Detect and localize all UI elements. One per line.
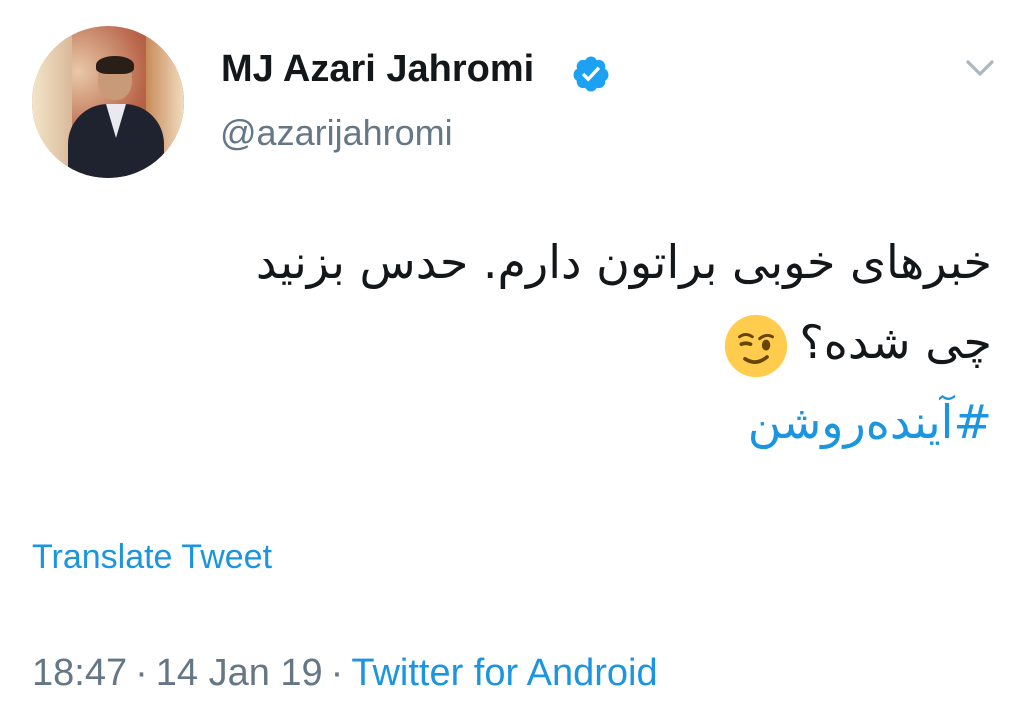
tweet-text-line-1: خبرهای خوبی براتون دارم. حدس بزنید (255, 235, 992, 289)
verified-badge-icon (573, 56, 609, 92)
tweet-detail: MJ Azari Jahromi @azarijahromi خبرهای خو… (0, 0, 1024, 721)
meta-separator: · (135, 652, 148, 694)
avatar-figure-hair (96, 56, 134, 74)
tweet-meta: 18:47 · 14 Jan 19 · Twitter for Android (32, 652, 658, 695)
user-display-name[interactable]: MJ Azari Jahromi (221, 48, 534, 91)
hashtag-link[interactable]: #آینده‌روشن (92, 382, 992, 462)
tweet-text-line-2: چی شده؟ (92, 302, 992, 382)
meta-separator: · (330, 652, 344, 694)
avatar-background (32, 26, 72, 178)
chevron-down-icon[interactable] (962, 50, 998, 86)
tweet-time[interactable]: 18:47 (32, 652, 127, 694)
winking-face-emoji-icon (725, 314, 788, 377)
avatar[interactable] (32, 26, 184, 178)
tweet-text-question: چی شده؟ (799, 315, 992, 369)
tweet-source-link[interactable]: Twitter for Android (351, 652, 657, 694)
tweet-date[interactable]: 14 Jan 19 (156, 652, 323, 694)
tweet-text: خبرهای خوبی براتون دارم. حدس بزنید چی شد… (92, 222, 992, 462)
translate-tweet-link[interactable]: Translate Tweet (32, 538, 272, 577)
user-handle[interactable]: @azarijahromi (220, 112, 453, 154)
